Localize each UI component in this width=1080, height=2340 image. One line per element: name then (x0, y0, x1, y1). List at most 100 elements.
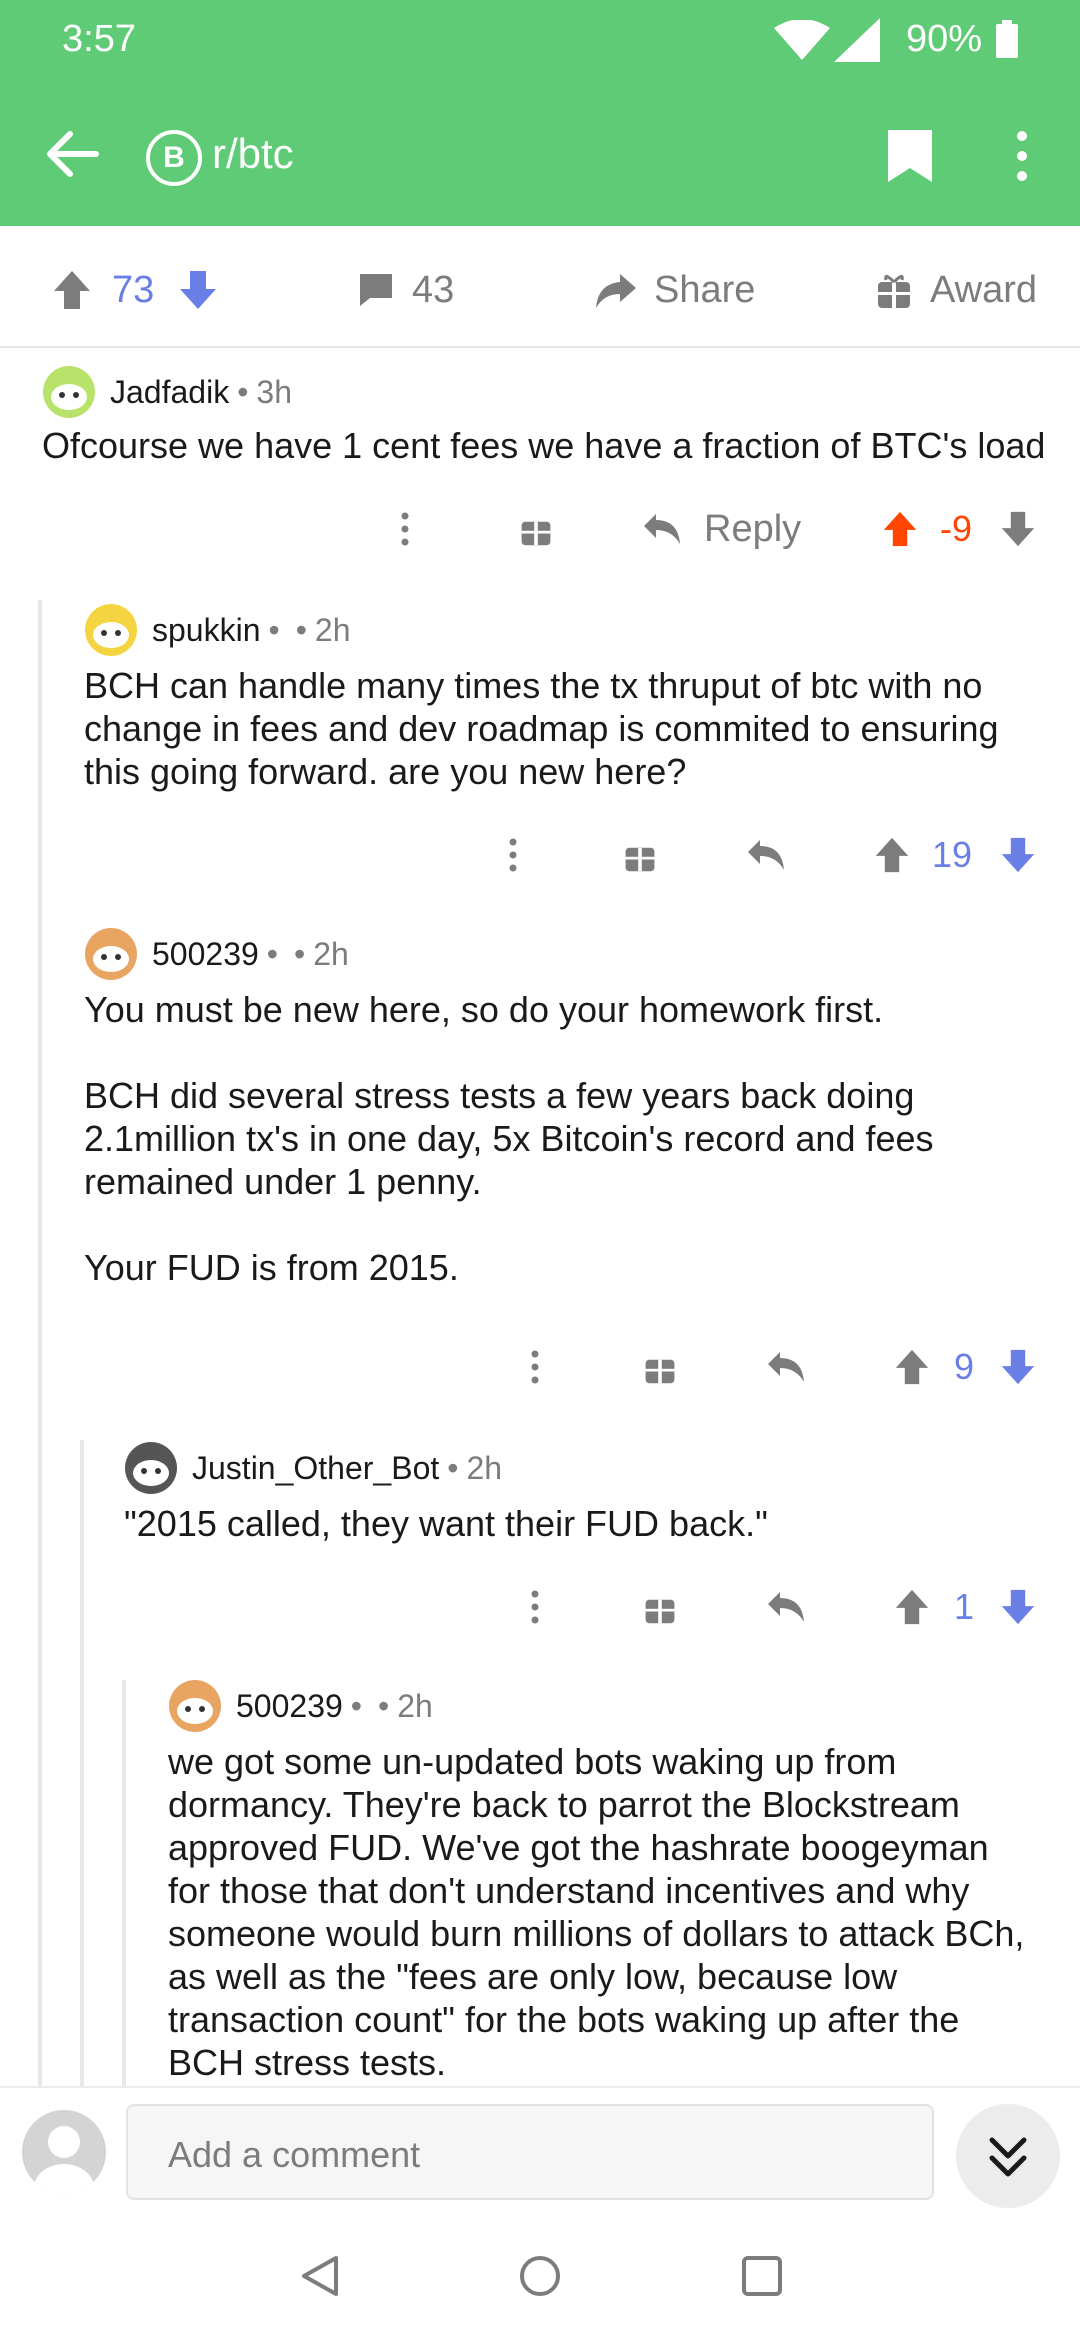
battery-percent: 90% (905, 18, 982, 60)
status-time: 3:57 (62, 18, 136, 60)
gift-icon[interactable] (622, 837, 658, 873)
comment-item: Jadfadik • 3h Ofcourse we have 1 cent fe… (42, 364, 1062, 467)
username[interactable]: 500239 (236, 1688, 343, 1725)
comment-item: Justin_Other_Bot • 2h "2015 called, they… (124, 1440, 1044, 1545)
avatar[interactable] (84, 927, 138, 981)
upvote-arrow-icon (54, 271, 90, 309)
downvote-arrow-icon[interactable] (1000, 1588, 1036, 1626)
comment-score: 1 (954, 1586, 975, 1627)
gift-icon[interactable] (642, 1589, 678, 1625)
comment-composer: Add a comment (0, 2086, 1080, 2222)
post-action-bar: 73 43 Share Award (0, 226, 1080, 348)
reply-arrow-icon[interactable] (746, 838, 786, 872)
top-bar: 3:57 90% B r/btc (0, 0, 1080, 226)
comment-actions: 19 (0, 830, 1080, 880)
avatar[interactable] (124, 1441, 178, 1495)
share-button[interactable]: Share (594, 268, 755, 312)
comment-actions: 9 (0, 1342, 1080, 1392)
more-options-icon[interactable] (530, 1590, 540, 1624)
comment-item: spukkin • • 2h BCH can handle many times… (84, 602, 1044, 793)
avatar[interactable] (84, 603, 138, 657)
meta-separator: • (350, 1687, 362, 1724)
gift-icon[interactable] (642, 1349, 678, 1385)
comment-meta: Jadfadik • 3h (42, 364, 1062, 420)
nav-recents-icon[interactable] (738, 2252, 786, 2300)
battery-icon (996, 20, 1018, 58)
meta-separator: • (447, 1449, 459, 1486)
downvote-arrow-icon[interactable] (1000, 510, 1036, 548)
comments-button[interactable]: 43 (356, 268, 454, 312)
comment-text: BCH can handle many times the tx thruput… (84, 665, 999, 792)
comment-actions: Reply -9 (0, 504, 1080, 554)
upvote-arrow-icon[interactable] (874, 836, 910, 874)
wifi-icon (774, 20, 830, 60)
thread-line (122, 1680, 126, 2086)
user-avatar-placeholder[interactable] (22, 2110, 106, 2194)
comment-meta: Justin_Other_Bot • 2h (124, 1440, 1044, 1496)
comment-score: -9 (940, 508, 973, 549)
meta-separator: • (237, 373, 249, 410)
add-comment-input[interactable]: Add a comment (126, 2104, 934, 2200)
username[interactable]: Justin_Other_Bot (192, 1450, 439, 1487)
comment-score: 9 (954, 1346, 975, 1387)
username[interactable]: spukkin (152, 612, 261, 649)
subreddit-name[interactable]: r/btc (212, 130, 294, 178)
username[interactable]: 500239 (152, 936, 259, 973)
share-label: Share (654, 268, 756, 311)
reply-arrow-icon (644, 514, 680, 544)
comment-age: 2h (397, 1687, 433, 1724)
downvote-arrow-icon[interactable] (1000, 836, 1036, 874)
thread-line (80, 1440, 84, 2086)
meta-separator: • (266, 935, 278, 972)
double-chevron-down-icon (989, 2137, 1027, 2177)
comment-score: 19 (932, 834, 973, 875)
comment-actions: 1 (0, 1582, 1080, 1632)
more-options-icon[interactable] (530, 1350, 540, 1384)
avatar[interactable] (42, 365, 96, 419)
award-button[interactable]: Award (874, 268, 1037, 312)
comment-count: 43 (412, 268, 455, 311)
reply-button[interactable]: Reply (642, 508, 801, 551)
reply-arrow-icon[interactable] (766, 1350, 806, 1384)
comment-meta: spukkin • • 2h (84, 602, 1044, 658)
downvote-arrow-icon[interactable] (1000, 1348, 1036, 1386)
share-arrow-icon (596, 274, 636, 308)
upvote-arrow-icon[interactable] (894, 1348, 930, 1386)
comment-item: 500239 • • 2h You must be new here, so d… (84, 926, 1044, 1289)
bookmark-icon[interactable] (886, 128, 934, 184)
system-nav-bar (0, 2222, 1080, 2340)
gift-icon (878, 275, 910, 308)
more-options-icon[interactable] (1010, 128, 1034, 184)
subreddit-bitcoin-icon: B (146, 130, 202, 186)
comment-bubble-icon (360, 274, 392, 306)
upvote-button[interactable] (52, 268, 92, 312)
more-options-icon[interactable] (508, 838, 518, 872)
comment-age: 2h (314, 611, 351, 648)
post-score: 73 (112, 268, 155, 311)
back-arrow-icon[interactable] (44, 128, 100, 180)
upvote-arrow-icon[interactable] (882, 510, 918, 548)
upvote-arrow-icon[interactable] (894, 1588, 930, 1626)
reply-arrow-icon[interactable] (766, 1590, 806, 1624)
meta-separator: • (268, 611, 280, 648)
meta-separator: • (293, 935, 306, 972)
status-bar: 3:57 90% (0, 0, 1080, 76)
comment-text: we got some un-updated bots waking up fr… (168, 1741, 1025, 2083)
award-label: Award (930, 268, 1038, 311)
downvote-button[interactable] (178, 268, 218, 312)
more-options-icon[interactable] (400, 512, 410, 546)
nav-home-icon[interactable] (516, 2252, 564, 2300)
gift-icon[interactable] (518, 511, 554, 547)
comment-age: 3h (256, 373, 292, 410)
app-bar: B r/btc (0, 104, 1080, 200)
comment-item: 500239 • • 2h we got some un-updated bot… (168, 1678, 1028, 2084)
nav-back-icon[interactable] (296, 2252, 344, 2300)
comment-text: "2015 called, they want their FUD back." (124, 1503, 768, 1544)
comment-meta: 500239 • • 2h (84, 926, 1044, 982)
collapse-threads-button[interactable] (956, 2104, 1060, 2208)
comment-age: 2h (313, 935, 349, 972)
comment-text: You must be new here, so do your homewor… (84, 989, 934, 1288)
username[interactable]: Jadfadik (110, 374, 229, 411)
comment-age: 2h (466, 1449, 503, 1486)
avatar[interactable] (168, 1679, 222, 1733)
